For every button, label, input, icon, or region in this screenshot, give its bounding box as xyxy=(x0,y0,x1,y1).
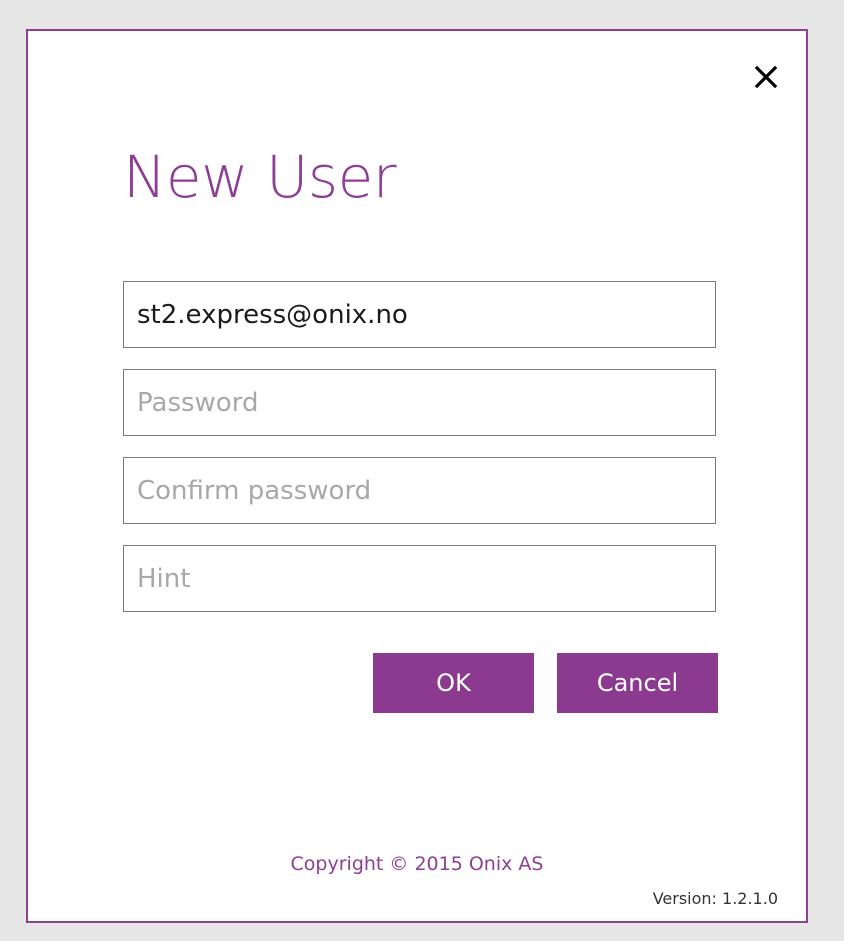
new-user-dialog: New User OK Cancel Copyright © 2015 Onix… xyxy=(26,29,808,923)
ok-button[interactable]: OK xyxy=(373,653,534,713)
password-field[interactable] xyxy=(123,369,716,436)
dialog-title: New User xyxy=(123,143,397,211)
copyright-text: Copyright © 2015 Onix AS xyxy=(290,853,544,875)
hint-field[interactable] xyxy=(123,545,716,612)
cancel-button[interactable]: Cancel xyxy=(557,653,718,713)
close-icon xyxy=(754,65,778,89)
email-field[interactable] xyxy=(123,281,716,348)
confirm-password-field[interactable] xyxy=(123,457,716,524)
version-text: Version: 1.2.1.0 xyxy=(652,889,778,908)
close-button[interactable] xyxy=(752,63,780,91)
